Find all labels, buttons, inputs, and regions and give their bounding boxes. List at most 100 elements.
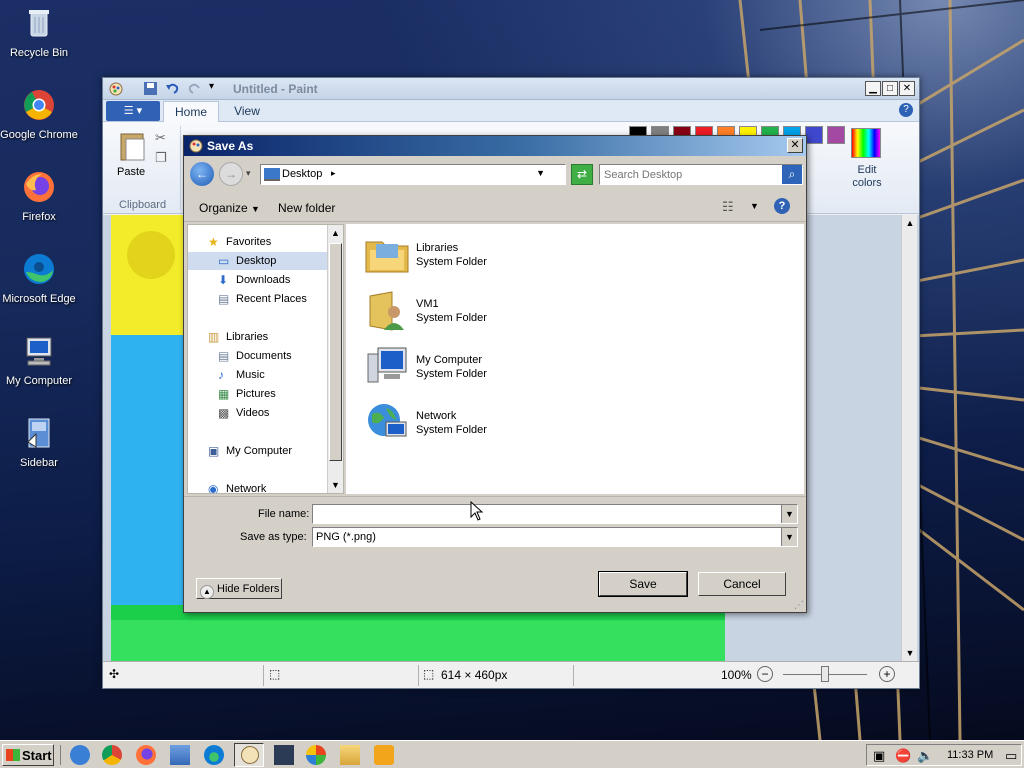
nav-item-downloads[interactable]: ⬇ Downloads: [188, 271, 328, 289]
desktop-icon-recycle-bin[interactable]: Recycle Bin: [0, 6, 78, 59]
command-prompt-icon[interactable]: [274, 745, 294, 765]
nav-item-videos[interactable]: ▩ Videos: [188, 404, 328, 422]
refresh-button[interactable]: ⇄: [571, 164, 593, 185]
desktop-icon: ▭: [218, 254, 230, 268]
minimize-button[interactable]: ▁: [865, 81, 881, 96]
breadcrumb-chevron-icon[interactable]: ▸: [331, 168, 336, 179]
clock[interactable]: 11:33 PM: [947, 749, 993, 761]
copy-icon[interactable]: ❐: [155, 150, 167, 166]
cancel-button[interactable]: Cancel: [698, 572, 786, 596]
file-name-input[interactable]: [315, 506, 777, 522]
nav-item-favorites[interactable]: ★ Favorites: [188, 233, 328, 251]
forward-button[interactable]: →: [219, 162, 243, 186]
nav-item-documents[interactable]: ▤ Documents: [188, 347, 328, 365]
zoom-slider-thumb[interactable]: [821, 666, 829, 682]
dialog-help-icon[interactable]: ?: [774, 198, 790, 214]
chrome-taskbar-icon[interactable]: [102, 745, 122, 765]
paste-button[interactable]: Paste: [117, 166, 145, 178]
nav-item-music[interactable]: ♪ Music: [188, 366, 328, 384]
internet-explorer-icon[interactable]: [70, 745, 90, 765]
color-swatch[interactable]: [805, 126, 823, 144]
view-dropdown-icon[interactable]: ▼: [750, 201, 759, 211]
file-item-libraries[interactable]: Libraries System Folder: [364, 232, 604, 280]
redo-icon[interactable]: [187, 81, 202, 96]
paint-taskbar-button[interactable]: [234, 743, 264, 767]
file-name-dropdown-icon[interactable]: ▼: [781, 505, 797, 523]
nav-item-recent-places[interactable]: ▤ Recent Places: [188, 290, 328, 308]
scroll-down-icon[interactable]: ▼: [902, 645, 918, 661]
undo-icon[interactable]: [165, 81, 180, 96]
quick-access-dropdown-icon[interactable]: ▾: [209, 81, 214, 92]
scroll-up-icon[interactable]: ▲: [328, 225, 343, 241]
file-item-type: System Folder: [416, 256, 487, 268]
help-icon[interactable]: ?: [899, 103, 913, 117]
tab-home[interactable]: Home: [163, 101, 219, 123]
scroll-down-icon[interactable]: ▼: [328, 477, 343, 493]
save-as-type-dropdown-icon[interactable]: ▼: [781, 528, 797, 546]
dialog-close-button[interactable]: ✕: [787, 138, 803, 153]
show-desktop-icon[interactable]: ▭: [1005, 748, 1017, 764]
windows-media-icon[interactable]: [306, 745, 326, 765]
view-options-icon[interactable]: ☷: [722, 199, 734, 215]
scroll-up-icon[interactable]: ▲: [902, 215, 918, 231]
zoom-out-button[interactable]: −: [757, 666, 773, 682]
file-name-field[interactable]: ▼: [312, 504, 798, 524]
cut-icon[interactable]: ✂: [155, 130, 166, 146]
save-icon[interactable]: [143, 81, 158, 96]
desktop-icon-chrome[interactable]: Google Chrome: [0, 88, 78, 141]
nav-item-label: Pictures: [236, 388, 276, 400]
desktop-icon-label: Google Chrome: [0, 129, 78, 141]
windows-explorer-icon[interactable]: [170, 745, 190, 765]
nav-item-libraries[interactable]: ▥ Libraries: [188, 328, 328, 346]
search-input[interactable]: [602, 166, 778, 183]
file-item-my-computer[interactable]: My Computer System Folder: [364, 344, 604, 392]
search-icon[interactable]: ⌕: [782, 165, 802, 184]
volume-icon[interactable]: 🔈: [917, 748, 933, 764]
edit-colors-button[interactable]: Edit colors: [847, 164, 887, 190]
save-button[interactable]: Save: [598, 571, 688, 597]
dialog-title: Save As: [207, 139, 254, 153]
organize-button[interactable]: Organize ▼: [199, 201, 260, 215]
desktop-icon-edge[interactable]: Microsoft Edge: [0, 252, 78, 305]
resize-grip-icon[interactable]: ⋰: [794, 600, 804, 611]
back-button[interactable]: ←: [190, 162, 214, 186]
close-button[interactable]: ✕: [899, 81, 915, 96]
nav-scroll-thumb[interactable]: [329, 243, 342, 461]
network-tray-icon[interactable]: ▣: [873, 748, 885, 764]
file-item-network[interactable]: Network System Folder: [364, 400, 604, 448]
edge-taskbar-icon[interactable]: [204, 745, 224, 765]
nav-scrollbar[interactable]: ▲ ▼: [327, 225, 343, 493]
vertical-scrollbar[interactable]: ▲ ▼: [901, 215, 917, 661]
chrome-icon: [24, 90, 54, 120]
desktop-icon-firefox[interactable]: Firefox: [0, 170, 78, 223]
start-button[interactable]: Start: [2, 744, 54, 766]
address-bar[interactable]: Desktop ▸ ▼: [260, 164, 566, 185]
nav-item-desktop[interactable]: ▭ Desktop: [188, 252, 328, 270]
folder-icon[interactable]: [340, 745, 360, 765]
maximize-button[interactable]: □: [882, 81, 898, 96]
security-tray-icon[interactable]: ⛔: [895, 748, 911, 764]
nav-item-network[interactable]: ◉ Network: [188, 480, 328, 493]
desktop-icon-my-computer[interactable]: My Computer: [0, 334, 78, 387]
save-as-type-select[interactable]: PNG (*.png) ▼: [312, 527, 798, 547]
desktop-icon-label: Recycle Bin: [9, 47, 69, 59]
paint-menu-button[interactable]: ☰ ▾: [106, 101, 160, 121]
zoom-in-button[interactable]: +: [879, 666, 895, 682]
hide-folders-button[interactable]: ▲ Hide Folders: [196, 578, 282, 599]
paint-app-icon[interactable]: [108, 81, 124, 97]
nav-item-my-computer[interactable]: ▣ My Computer: [188, 442, 328, 460]
media-player-icon[interactable]: [374, 745, 394, 765]
firefox-taskbar-icon[interactable]: [136, 745, 156, 765]
paste-icon[interactable]: [117, 130, 149, 162]
address-dropdown-icon[interactable]: ▼: [536, 168, 545, 178]
tab-view[interactable]: View: [227, 101, 267, 121]
nav-item-pictures[interactable]: ▦ Pictures: [188, 385, 328, 403]
color-swatch[interactable]: [827, 126, 845, 144]
desktop-icon-sidebar[interactable]: Sidebar: [0, 416, 78, 469]
edit-colors-icon[interactable]: [851, 128, 881, 158]
file-item-vm1[interactable]: VM1 System Folder: [364, 288, 604, 336]
file-item-name: Network: [416, 410, 457, 422]
recent-locations-dropdown-icon[interactable]: ▾: [246, 168, 251, 179]
search-box[interactable]: ⌕: [599, 164, 803, 185]
new-folder-button[interactable]: New folder: [278, 201, 335, 215]
